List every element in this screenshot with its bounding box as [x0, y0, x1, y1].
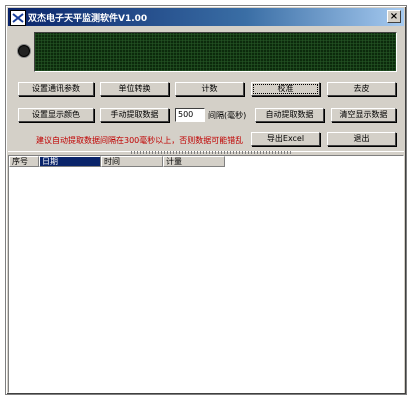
- auto-fetch-button[interactable]: 自动提取数据: [255, 108, 324, 122]
- column-header-time[interactable]: 时间: [101, 156, 163, 167]
- splitter-grip[interactable]: [131, 151, 291, 154]
- app-window: 双杰电子天平监测软件V1.00 × 设置通讯参数 单位转换 计数 校准 去皮 设…: [5, 5, 407, 395]
- status-light-icon: [18, 45, 30, 57]
- tare-button[interactable]: 去皮: [327, 82, 396, 96]
- column-header-index[interactable]: 序号: [9, 156, 39, 167]
- exit-button[interactable]: 退出: [327, 132, 396, 146]
- interval-label: 间隔(毫秒): [208, 111, 247, 120]
- manual-fetch-button[interactable]: 手动提取数据: [100, 108, 169, 122]
- calibrate-button[interactable]: 校准: [251, 82, 320, 96]
- column-header-measure[interactable]: 计量: [163, 156, 225, 167]
- column-header-date[interactable]: 日期: [39, 156, 101, 167]
- window-title: 双杰电子天平监测软件V1.00: [28, 14, 148, 24]
- export-excel-button[interactable]: 导出Excel: [251, 132, 320, 146]
- count-button[interactable]: 计数: [175, 82, 244, 96]
- set-comm-params-button[interactable]: 设置通讯参数: [18, 82, 94, 96]
- interval-warning: 建议自动提取数据间隔在300毫秒以上，否则数据可能错乱: [36, 136, 244, 145]
- set-display-color-button[interactable]: 设置显示颜色: [18, 108, 94, 122]
- unit-convert-button[interactable]: 单位转换: [100, 82, 169, 96]
- close-button[interactable]: ×: [387, 10, 401, 23]
- app-icon: [10, 10, 26, 26]
- lcd-display: [34, 32, 397, 72]
- interval-input[interactable]: 500: [175, 108, 205, 122]
- table-header: 序号 日期 时间 计量: [9, 156, 403, 167]
- clear-display-button[interactable]: 清空显示数据: [331, 108, 396, 122]
- title-bar[interactable]: 双杰电子天平监测软件V1.00 ×: [8, 8, 404, 26]
- data-table[interactable]: 序号 日期 时间 计量: [8, 155, 404, 393]
